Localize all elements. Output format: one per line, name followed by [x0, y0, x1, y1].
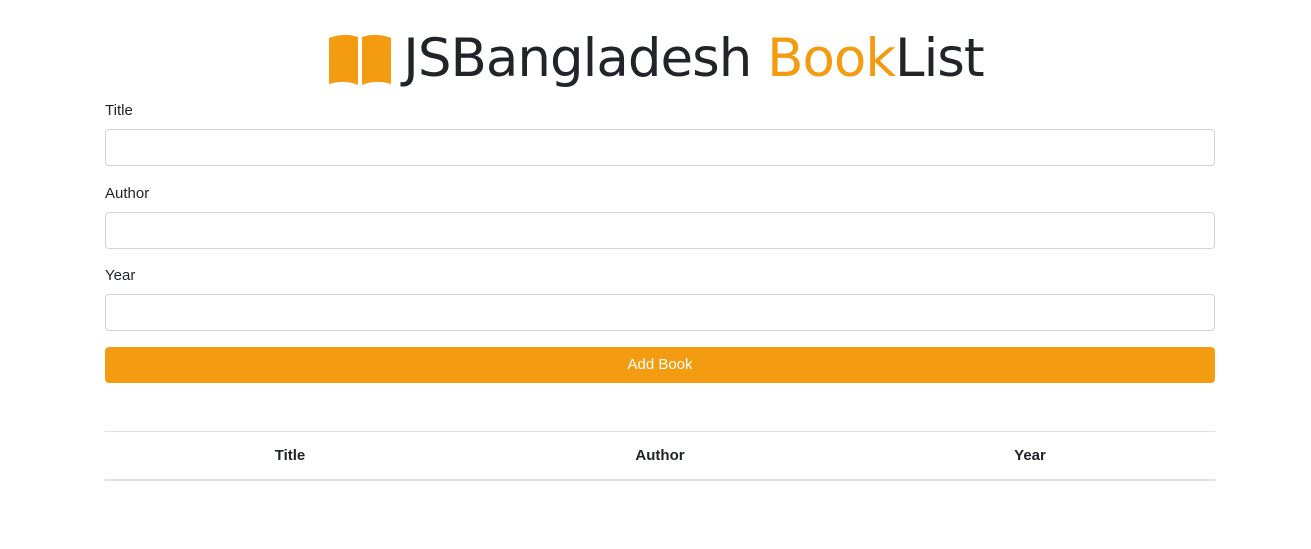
- add-book-button[interactable]: Add Book: [105, 347, 1215, 383]
- page-header: JSBangladesh BookList: [0, 26, 1311, 92]
- title-accent: Book: [767, 28, 896, 89]
- column-header-year: Year: [845, 431, 1215, 481]
- author-input[interactable]: [105, 212, 1215, 249]
- page-title: JSBangladesh BookList: [403, 26, 985, 92]
- title-main: JSBangladesh: [403, 28, 768, 89]
- title-label: Title: [105, 102, 133, 119]
- column-header-author: Author: [475, 431, 845, 481]
- year-input[interactable]: [105, 294, 1215, 331]
- column-header-title: Title: [105, 431, 475, 481]
- year-label: Year: [105, 267, 136, 284]
- title-suffix: List: [895, 28, 985, 89]
- book-list-table: Title Author Year: [105, 431, 1215, 481]
- author-label: Author: [105, 185, 150, 202]
- table-header-row: Title Author Year: [105, 431, 1215, 481]
- title-input[interactable]: [105, 129, 1215, 166]
- book-open-icon: [327, 32, 393, 86]
- app-container: JSBangladesh BookList Title Author Year …: [0, 0, 1311, 549]
